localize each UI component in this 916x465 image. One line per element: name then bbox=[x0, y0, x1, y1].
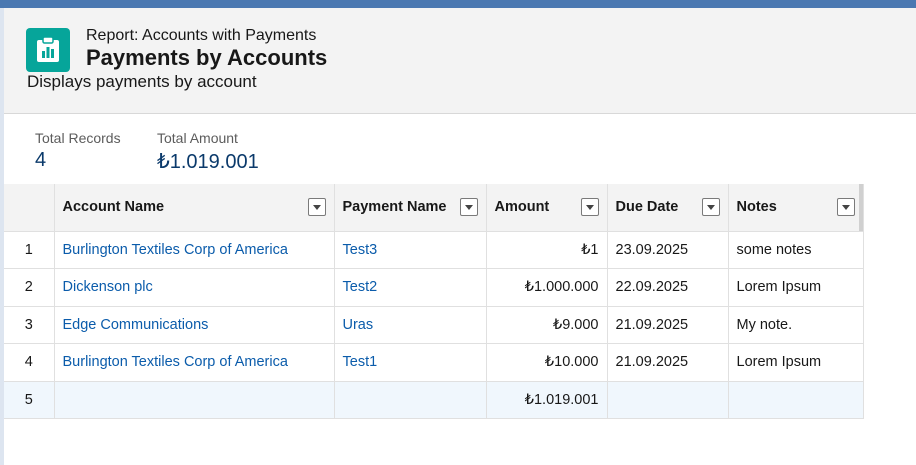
row-number: 2 bbox=[4, 268, 55, 307]
total-amount-label: Total Amount bbox=[157, 130, 238, 146]
payment-link[interactable]: Test1 bbox=[343, 354, 378, 370]
empty-cell bbox=[728, 381, 864, 419]
column-menu-dropdown-icon[interactable] bbox=[580, 198, 599, 216]
account-name-cell: Burlington Textiles Corp of America bbox=[54, 231, 335, 269]
total-amount-cell: ₺1.019.001 bbox=[486, 381, 608, 419]
empty-cell bbox=[54, 381, 335, 419]
due-date-cell: 21.09.2025 bbox=[607, 306, 729, 344]
table-total-row: 5 ₺1.019.001 bbox=[4, 381, 864, 419]
column-menu-dropdown-icon[interactable] bbox=[836, 198, 855, 216]
due-date-cell: 21.09.2025 bbox=[607, 343, 729, 382]
column-menu-dropdown-icon[interactable] bbox=[701, 198, 720, 216]
total-amount-value: ₺1.019.001 bbox=[157, 151, 259, 173]
table-row: 4 Burlington Textiles Corp of America Te… bbox=[4, 343, 864, 382]
report-type-label: Report: Accounts with Payments bbox=[86, 27, 317, 44]
notes-cell: Lorem Ipsum bbox=[728, 268, 864, 307]
amount-cell: ₺1.000.000 bbox=[486, 268, 608, 307]
account-name-cell: Dickenson plc bbox=[54, 268, 335, 307]
column-header-account-name[interactable]: Account Name bbox=[54, 184, 335, 232]
column-menu-dropdown-icon[interactable] bbox=[307, 198, 326, 216]
report-chart-icon bbox=[26, 28, 70, 72]
table-row: 1 Burlington Textiles Corp of America Te… bbox=[4, 231, 864, 269]
amount-cell: ₺1 bbox=[486, 231, 608, 269]
payment-link[interactable]: Uras bbox=[343, 317, 374, 333]
row-number: 3 bbox=[4, 306, 55, 344]
table-row: 2 Dickenson plc Test2 ₺1.000.000 22.09.2… bbox=[4, 268, 864, 307]
payment-name-cell: Uras bbox=[334, 306, 487, 344]
total-records-label: Total Records bbox=[35, 130, 121, 146]
notes-cell: some notes bbox=[728, 231, 864, 269]
table-row: 3 Edge Communications Uras ₺9.000 21.09.… bbox=[4, 306, 864, 344]
total-records-value: 4 bbox=[35, 149, 47, 171]
account-link[interactable]: Burlington Textiles Corp of America bbox=[63, 242, 288, 258]
account-name-cell: Burlington Textiles Corp of America bbox=[54, 343, 335, 382]
column-menu-dropdown-icon[interactable] bbox=[459, 198, 478, 216]
amount-cell: ₺10.000 bbox=[486, 343, 608, 382]
column-header-row-number bbox=[4, 184, 55, 232]
payment-name-cell: Test2 bbox=[334, 268, 487, 307]
empty-cell bbox=[334, 381, 487, 419]
column-header-amount[interactable]: Amount bbox=[486, 184, 608, 232]
payment-link[interactable]: Test3 bbox=[343, 242, 378, 258]
account-link[interactable]: Dickenson plc bbox=[63, 279, 153, 295]
account-name-cell: Edge Communications bbox=[54, 306, 335, 344]
report-description: Displays payments by account bbox=[27, 72, 257, 91]
column-header-notes[interactable]: Notes bbox=[728, 184, 864, 232]
table-header-row: Account Name Payment Name Amount Due Dat… bbox=[4, 184, 864, 232]
payment-name-cell: Test3 bbox=[334, 231, 487, 269]
amount-cell: ₺9.000 bbox=[486, 306, 608, 344]
row-number: 1 bbox=[4, 231, 55, 269]
page-title: Payments by Accounts bbox=[86, 45, 328, 70]
account-link[interactable]: Burlington Textiles Corp of America bbox=[63, 354, 288, 370]
notes-cell: My note. bbox=[728, 306, 864, 344]
column-header-payment-name[interactable]: Payment Name bbox=[334, 184, 487, 232]
report-header: Report: Accounts with Payments Payments … bbox=[4, 8, 916, 114]
due-date-cell: 22.09.2025 bbox=[607, 268, 729, 307]
due-date-cell: 23.09.2025 bbox=[607, 231, 729, 269]
row-number: 4 bbox=[4, 343, 55, 382]
payment-link[interactable]: Test2 bbox=[343, 279, 378, 295]
notes-cell: Lorem Ipsum bbox=[728, 343, 864, 382]
empty-cell bbox=[607, 381, 729, 419]
account-link[interactable]: Edge Communications bbox=[63, 317, 209, 333]
column-header-due-date[interactable]: Due Date bbox=[607, 184, 729, 232]
payment-name-cell: Test1 bbox=[334, 343, 487, 382]
report-table: Account Name Payment Name Amount Due Dat… bbox=[4, 184, 864, 419]
top-nav-strip bbox=[0, 0, 916, 8]
row-number: 5 bbox=[4, 381, 55, 419]
column-resize-divider[interactable] bbox=[859, 184, 863, 231]
